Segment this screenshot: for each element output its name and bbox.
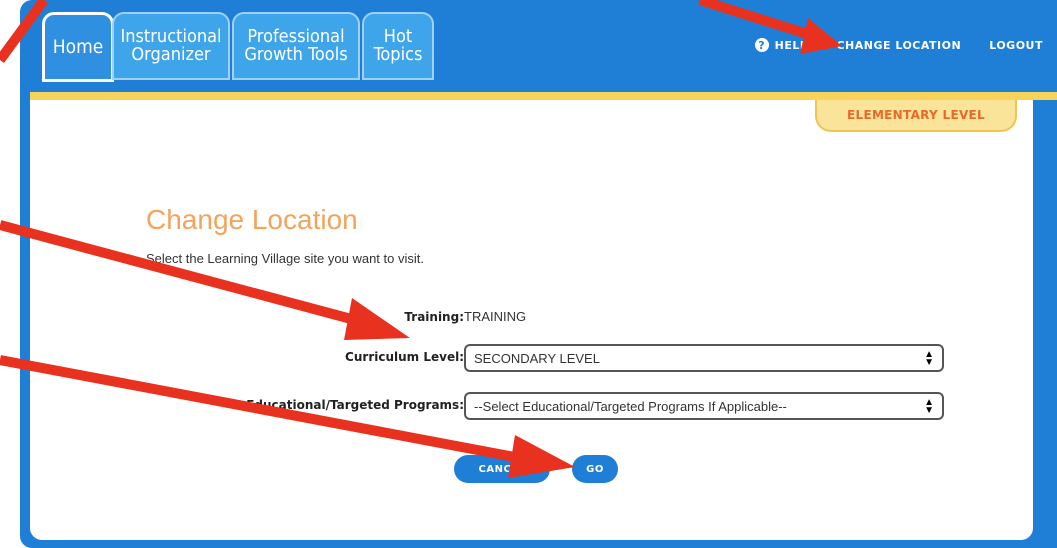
page-title: Change Location bbox=[146, 204, 358, 235]
page-subtitle: Select the Learning Village site you wan… bbox=[146, 251, 424, 266]
programs-row: Educational/Targeted Programs: --Select … bbox=[90, 392, 950, 420]
top-links: ? HELP CHANGE LOCATION LOGOUT bbox=[754, 38, 1043, 52]
help-icon: ? bbox=[754, 38, 769, 52]
go-button[interactable]: GO bbox=[572, 455, 618, 483]
header: Home Instructional Organizer Professiona… bbox=[20, 0, 1057, 92]
tab-home[interactable]: Home bbox=[42, 12, 114, 82]
level-badge: ELEMENTARY LEVEL bbox=[815, 100, 1017, 132]
tab-professional-growth-tools[interactable]: Professional Growth Tools bbox=[232, 12, 360, 80]
training-value: TRAINING bbox=[464, 309, 527, 324]
programs-label: Educational/Targeted Programs: bbox=[246, 398, 464, 412]
select-arrows-icon: ▲ ▼ bbox=[924, 349, 934, 368]
help-label: HELP bbox=[774, 38, 809, 52]
curriculum-level-value: SECONDARY LEVEL bbox=[474, 350, 600, 366]
curriculum-label: Curriculum Level: bbox=[345, 350, 464, 364]
curriculum-level-select[interactable]: SECONDARY LEVEL ▲ ▼ bbox=[464, 344, 944, 372]
curriculum-row: Curriculum Level: SECONDARY LEVEL ▲ ▼ bbox=[90, 344, 950, 372]
training-row: Training: TRAINING bbox=[90, 304, 950, 332]
cancel-button[interactable]: CANCEL bbox=[454, 455, 550, 483]
logout-link[interactable]: LOGOUT bbox=[989, 39, 1043, 52]
tab-hot-topics[interactable]: Hot Topics bbox=[362, 12, 434, 80]
change-location-link[interactable]: CHANGE LOCATION bbox=[836, 39, 961, 52]
training-label: Training: bbox=[404, 310, 464, 324]
main-content: ELEMENTARY LEVEL Change Location Select … bbox=[30, 100, 1033, 540]
programs-select[interactable]: --Select Educational/Targeted Programs I… bbox=[464, 392, 944, 420]
help-link[interactable]: ? HELP bbox=[754, 38, 809, 52]
programs-value: --Select Educational/Targeted Programs I… bbox=[474, 398, 787, 414]
header-accent-bar bbox=[30, 92, 1057, 100]
tab-instructional-organizer[interactable]: Instructional Organizer bbox=[112, 12, 230, 80]
select-arrows-icon: ▲ ▼ bbox=[924, 397, 934, 416]
